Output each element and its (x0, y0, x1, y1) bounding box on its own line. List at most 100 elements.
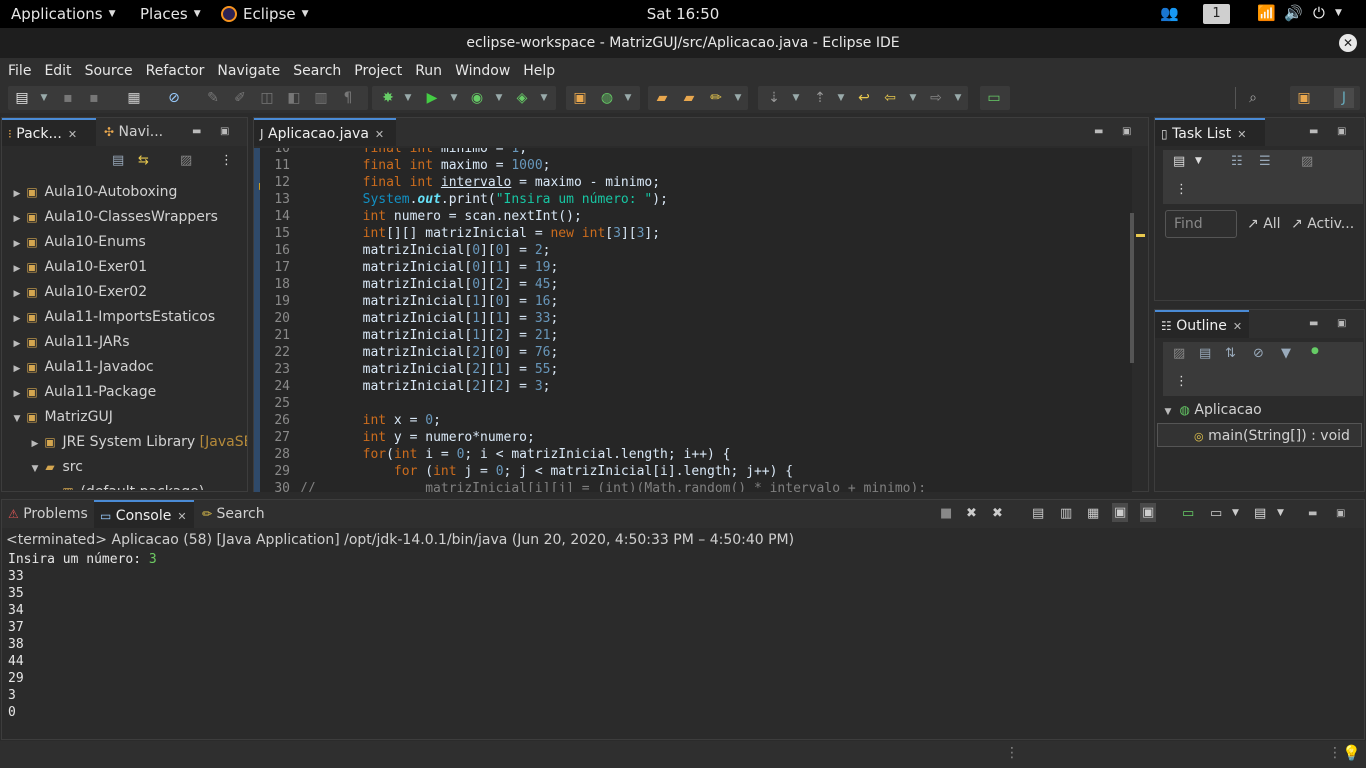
code-line[interactable]: for(int i = 0; i < matrizInicial.length;… (300, 447, 731, 462)
maximize-icon[interactable]: ▣ (1337, 318, 1346, 329)
code-line[interactable]: final int minimo = 1; (300, 148, 527, 156)
chevron-down-icon[interactable]: ▼ (444, 88, 464, 108)
task-find-input[interactable]: Find (1165, 210, 1237, 238)
minimize-icon[interactable]: ▬ (192, 126, 201, 137)
code-line[interactable]: matrizInicial[0][0] = 2; (300, 243, 551, 258)
chevron-down-icon[interactable]: ▼ (46, 482, 60, 490)
tree-item[interactable]: ▶ ▣ Aula10-Exer02 (2, 280, 148, 306)
hide-fields-icon[interactable]: ▨ (1173, 346, 1185, 361)
last-edit-icon[interactable]: ↩ (854, 88, 874, 108)
minimize-icon[interactable]: ▬ (1094, 126, 1103, 137)
scroll-lock-icon[interactable]: ▥ (1060, 506, 1072, 521)
outline-method-row[interactable]: ◎ main(String[]) : void (1157, 423, 1362, 447)
clear-console-icon[interactable]: ▤ (1032, 506, 1044, 521)
tab-problems[interactable]: ⚠ Problems (2, 500, 92, 528)
volume-icon[interactable]: 🔊 (1284, 4, 1303, 22)
chevron-down-icon[interactable]: ▼ (618, 88, 638, 108)
code-line[interactable]: matrizInicial[1][2] = 21; (300, 328, 559, 343)
clock[interactable]: Sat 16:50 (647, 5, 720, 23)
hide-nonpublic-icon[interactable]: ▼ (1281, 346, 1291, 361)
toggle-icon[interactable]: ✎ (203, 88, 223, 108)
pin-console-icon[interactable]: ▭ (1182, 506, 1194, 521)
code-line[interactable]: int[][] matrizInicial = new int[3][3]; (300, 226, 660, 241)
show-stderr-icon[interactable]: ▣ (1140, 503, 1157, 522)
menu-navigate[interactable]: Navigate (217, 63, 287, 79)
code-line[interactable]: final int intervalo = maximo - minimo; (300, 175, 660, 190)
chevron-down-icon[interactable]: ▼ (1277, 508, 1284, 518)
schedule-icon[interactable]: ☰ (1259, 154, 1271, 169)
chevron-right-icon[interactable]: ▶ (10, 332, 24, 356)
code-editor[interactable]: 10 final int minimo = 1; 11 final int max… (260, 148, 1132, 492)
code-line[interactable]: matrizInicial[2][0] = 76; (300, 345, 559, 360)
tree-item[interactable]: ▶ ▣ Aula11-ImportsEstaticos (2, 305, 216, 329)
save-all-icon[interactable]: ▪ (84, 88, 104, 108)
tree-item[interactable]: ▼ ▰ src (2, 455, 83, 479)
open-perspective-icon[interactable]: ▣ (1294, 88, 1314, 108)
code-line[interactable]: System.out.print("Insira um número: "); (300, 192, 668, 207)
tree-item[interactable]: ▶ ▣ Aula10-ClassesWrappers (2, 205, 218, 229)
collapse-all-icon[interactable]: ▤ (1199, 346, 1211, 361)
menu-window[interactable]: Window (455, 63, 517, 79)
tab-navigator[interactable]: ✣ Navi... (98, 118, 178, 146)
external-tools-icon[interactable]: ◈ (512, 88, 532, 108)
chevron-right-icon[interactable]: ▶ (10, 357, 24, 381)
menu-run[interactable]: Run (415, 63, 449, 79)
tree-item[interactable]: ▼ ▣ MatrizGUJ (2, 405, 113, 429)
tip-icon[interactable]: 💡 (1342, 744, 1361, 762)
minimize-icon[interactable]: ▬ (1309, 126, 1318, 137)
maximize-icon[interactable]: ▣ (220, 126, 229, 137)
chevron-down-icon[interactable]: ▼ (10, 407, 24, 431)
places-menu[interactable]: Places ▼ (140, 5, 201, 23)
view-menu-icon[interactable]: ⋮ (220, 153, 233, 168)
sort-icon[interactable]: ⇅ (1225, 346, 1236, 361)
code-line[interactable]: matrizInicial[2][1] = 55; (300, 362, 559, 377)
run-icon[interactable]: ▶ (422, 88, 442, 108)
tree-item[interactable]: ▶ ▣ Aula10-Exer01 (2, 255, 148, 281)
pin-editor-icon[interactable]: ▭ (984, 88, 1004, 108)
mark-icon[interactable]: ◫ (257, 88, 277, 108)
close-icon[interactable]: ✕ (1237, 128, 1246, 141)
menu-search[interactable]: Search (293, 63, 348, 79)
chevron-down-icon[interactable]: ▼ (28, 457, 42, 481)
chevron-right-icon[interactable]: ▶ (28, 432, 42, 456)
display-console-icon[interactable]: ▭ (1210, 506, 1222, 521)
remove-all-icon[interactable]: ✖ (992, 506, 1003, 521)
chevron-right-icon[interactable]: ▶ (10, 257, 24, 281)
java-perspective-icon[interactable]: J (1334, 88, 1354, 108)
chevron-right-icon[interactable]: ▶ (10, 232, 24, 256)
tree-item[interactable]: ▶ ▣ Aula11-JARs (2, 330, 130, 354)
tree-item[interactable]: ▶ ▣ Aula11-Javadoc (2, 355, 154, 379)
show-stdout-icon[interactable]: ▣ (1112, 503, 1129, 522)
terminate-icon[interactable]: ■ (940, 506, 952, 521)
focus-icon[interactable]: ▨ (1301, 154, 1313, 169)
block2-icon[interactable]: ▥ (311, 88, 331, 108)
link-editor-icon[interactable]: ⇆ (138, 153, 149, 168)
close-icon[interactable]: ✕ (68, 128, 77, 141)
wifi-icon[interactable]: 📶 (1257, 4, 1276, 22)
workspace-indicator[interactable]: 1 (1203, 4, 1230, 24)
chevron-down-icon[interactable]: ▼ (831, 88, 851, 108)
new-icon[interactable]: ▤ (12, 88, 32, 108)
chevron-down-icon[interactable]: ▼ (398, 88, 418, 108)
outline-class-row[interactable]: ▼ ◍ Aplicacao (1161, 398, 1262, 422)
chevron-right-icon[interactable]: ▶ (10, 282, 24, 306)
maximize-icon[interactable]: ▣ (1336, 508, 1345, 519)
collapse-all-icon[interactable]: ▤ (112, 153, 124, 168)
chevron-right-icon[interactable]: ▶ (10, 182, 24, 206)
chevron-right-icon[interactable]: ▶ (10, 207, 24, 231)
eclipse-app-menu[interactable]: Eclipse ▼ (221, 5, 309, 23)
code-line[interactable]: // matrizInicial[i][j] = (int)(Math.rand… (300, 481, 926, 492)
prev-annotation-icon[interactable]: ⇡ (810, 88, 830, 108)
maximize-icon[interactable]: ▣ (1122, 126, 1131, 137)
tab-aplicacao-java[interactable]: J Aplicacao.java ✕ (254, 118, 396, 146)
back-icon[interactable]: ⇦ (880, 88, 900, 108)
menu-refactor[interactable]: Refactor (146, 63, 212, 79)
minimize-icon[interactable]: ▬ (1309, 318, 1318, 329)
save-icon[interactable]: ▪ (58, 88, 78, 108)
close-icon[interactable]: ✕ (1233, 320, 1242, 333)
tree-item[interactable]: ▶ ▣ Aula11-Package (2, 380, 157, 404)
tab-console[interactable]: ▭ Console ✕ (94, 500, 194, 528)
code-line[interactable]: matrizInicial[2][2] = 3; (300, 379, 551, 394)
close-icon[interactable]: ✕ (177, 510, 186, 523)
next-annotation-icon[interactable]: ⇣ (764, 88, 784, 108)
